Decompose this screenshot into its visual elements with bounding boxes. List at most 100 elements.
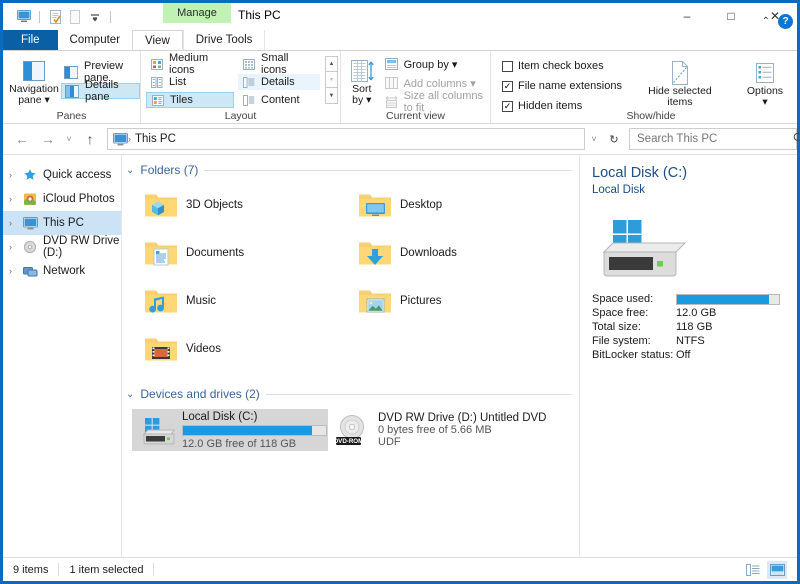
file-name-extensions-option[interactable]: ✓ File name extensions: [499, 78, 626, 94]
chevron-right-icon[interactable]: ›: [9, 170, 23, 180]
search-icon[interactable]: [793, 132, 800, 147]
group-divider: [204, 170, 571, 171]
maximize-button[interactable]: □: [709, 3, 753, 29]
list-item[interactable]: Documents: [136, 229, 350, 277]
sidebar-item-this-pc[interactable]: › This PC: [3, 211, 121, 235]
breadcrumb[interactable]: › This PC: [107, 128, 585, 150]
chevron-down-icon[interactable]: ⌄: [126, 165, 134, 176]
drive-tile-local-disk[interactable]: Local Disk (C:) 12.0 GB free of 118 GB: [132, 409, 328, 451]
ribbon-tab-strip: File Computer View Drive Tools ⌃ ?: [3, 30, 797, 50]
details-view-button[interactable]: [743, 561, 763, 579]
up-button[interactable]: ↑: [77, 126, 103, 152]
options-button[interactable]: Options ▾: [736, 56, 794, 108]
list-item[interactable]: Downloads: [350, 229, 564, 277]
chevron-right-icon[interactable]: ›: [9, 266, 23, 276]
content-view-icon: [241, 93, 256, 108]
this-pc-icon[interactable]: [110, 133, 128, 146]
layout-medium-icons-label: Medium icons: [169, 52, 230, 76]
hide-selected-items-button[interactable]: Hide selected items: [642, 56, 718, 108]
folder-documents-icon: [136, 238, 186, 268]
customize-dropdown-icon[interactable]: [85, 7, 105, 27]
chevron-down-icon[interactable]: ⌄: [126, 389, 134, 400]
layout-details[interactable]: Details: [238, 74, 320, 90]
group-divider: [266, 394, 571, 395]
drive-file-system: UDF: [378, 436, 554, 448]
recent-locations-button[interactable]: ˅: [61, 126, 77, 152]
chevron-right-icon[interactable]: ›: [9, 218, 23, 228]
address-history-dropdown[interactable]: ˅: [585, 126, 603, 152]
options-label-2: ▾: [762, 97, 767, 108]
search-box[interactable]: [629, 128, 797, 150]
status-selection: 1 item selected: [59, 564, 153, 576]
add-columns-button[interactable]: Add columns ▾: [381, 75, 490, 91]
properties-icon[interactable]: [45, 7, 65, 27]
minimize-button[interactable]: –: [665, 3, 709, 29]
dvd-drive-icon: [23, 240, 43, 254]
sidebar-item-network[interactable]: › Network: [3, 259, 121, 283]
new-folder-icon[interactable]: [65, 7, 85, 27]
list-item-label: Documents: [186, 247, 244, 259]
search-input[interactable]: [635, 132, 793, 146]
layout-list[interactable]: List: [146, 74, 234, 90]
layout-scroll-down-button[interactable]: ▾: [325, 72, 338, 88]
layout-scroll-up-button[interactable]: ▲: [325, 56, 338, 72]
layout-content[interactable]: Content: [238, 92, 320, 108]
tab-computer[interactable]: Computer: [58, 30, 133, 50]
preview-pane-icon: [64, 65, 79, 80]
tab-drive-tools[interactable]: Drive Tools: [183, 30, 266, 50]
sidebar-item-dvd-rw-drive[interactable]: › DVD RW Drive (D:): [3, 235, 121, 259]
status-divider-2: [153, 563, 154, 576]
size-all-columns-button[interactable]: Size all columns to fit: [381, 94, 490, 110]
tab-view[interactable]: View: [132, 30, 183, 50]
navigation-pane-button[interactable]: Navigation pane ▾: [7, 54, 61, 106]
collapse-ribbon-icon[interactable]: ⌃: [762, 16, 770, 27]
refresh-button[interactable]: ↻: [603, 128, 625, 150]
sort-by-button[interactable]: Sort by ▾: [345, 54, 379, 110]
back-button[interactable]: ←: [9, 126, 35, 152]
item-check-boxes-option[interactable]: Item check boxes: [499, 58, 626, 74]
list-item[interactable]: Pictures: [350, 277, 564, 325]
drive-name: DVD RW Drive (D:) Untitled DVD: [378, 412, 554, 424]
drive-tile-dvd-rw[interactable]: DVD-ROM DVD RW Drive (D:) Untitled DVD 0…: [328, 409, 558, 451]
details-pane-button[interactable]: Details pane: [61, 83, 140, 99]
list-item[interactable]: Music: [136, 277, 350, 325]
layout-tiles[interactable]: Tiles: [146, 92, 234, 108]
large-icons-view-button[interactable]: [767, 561, 787, 579]
group-header-folders[interactable]: ⌄ Folders (7): [122, 159, 579, 181]
chevron-right-icon[interactable]: ›: [9, 242, 23, 252]
this-pc-icon[interactable]: [14, 7, 34, 27]
group-by-button[interactable]: Group by ▾: [381, 56, 490, 72]
details-key: Space used:: [592, 293, 676, 305]
breadcrumb-this-pc[interactable]: This PC: [131, 133, 180, 145]
list-item-label: Videos: [186, 343, 221, 355]
details-pane-label: Details pane: [85, 79, 135, 103]
details-row-space-free: Space free: 12.0 GB: [592, 306, 797, 320]
list-item[interactable]: Desktop: [350, 181, 564, 229]
file-list-area[interactable]: ⌄ Folders (7) 3D Objects Desktop: [122, 155, 579, 561]
star-icon: [23, 168, 43, 182]
drive-free-space: 0 bytes free of 5.66 MB: [378, 424, 554, 436]
tab-file[interactable]: File: [3, 30, 58, 50]
details-row-bitlocker-status: BitLocker status: Off: [592, 348, 797, 362]
folder-desktop-icon: [350, 190, 400, 220]
preview-pane-button[interactable]: Preview pane: [61, 64, 140, 80]
list-item-label: 3D Objects: [186, 199, 243, 211]
chevron-right-icon[interactable]: ›: [9, 194, 23, 204]
add-columns-label: Add columns ▾: [404, 77, 476, 90]
list-item[interactable]: 3D Objects: [136, 181, 350, 229]
sidebar-item-icloud-photos[interactable]: › iCloud Photos: [3, 187, 121, 211]
folder-downloads-icon: [350, 238, 400, 268]
list-item[interactable]: Videos: [136, 325, 350, 373]
ribbon-group-panes: Navigation pane ▾ Preview pane De: [3, 51, 141, 123]
help-icon[interactable]: ?: [778, 14, 793, 29]
layout-small-icons[interactable]: Small icons: [238, 56, 320, 72]
sidebar-item-quick-access[interactable]: › Quick access: [3, 163, 121, 187]
sidebar-item-label: DVD RW Drive (D:): [43, 235, 121, 259]
layout-more-button[interactable]: ▼: [325, 88, 338, 104]
forward-button[interactable]: →: [35, 126, 61, 152]
sidebar-item-label: Network: [43, 265, 85, 277]
ribbon-group-layout-label: Layout: [141, 110, 340, 122]
layout-medium-icons[interactable]: Medium icons: [146, 56, 234, 72]
local-disk-large-icon: [598, 218, 688, 280]
group-header-devices[interactable]: ⌄ Devices and drives (2): [122, 383, 579, 405]
